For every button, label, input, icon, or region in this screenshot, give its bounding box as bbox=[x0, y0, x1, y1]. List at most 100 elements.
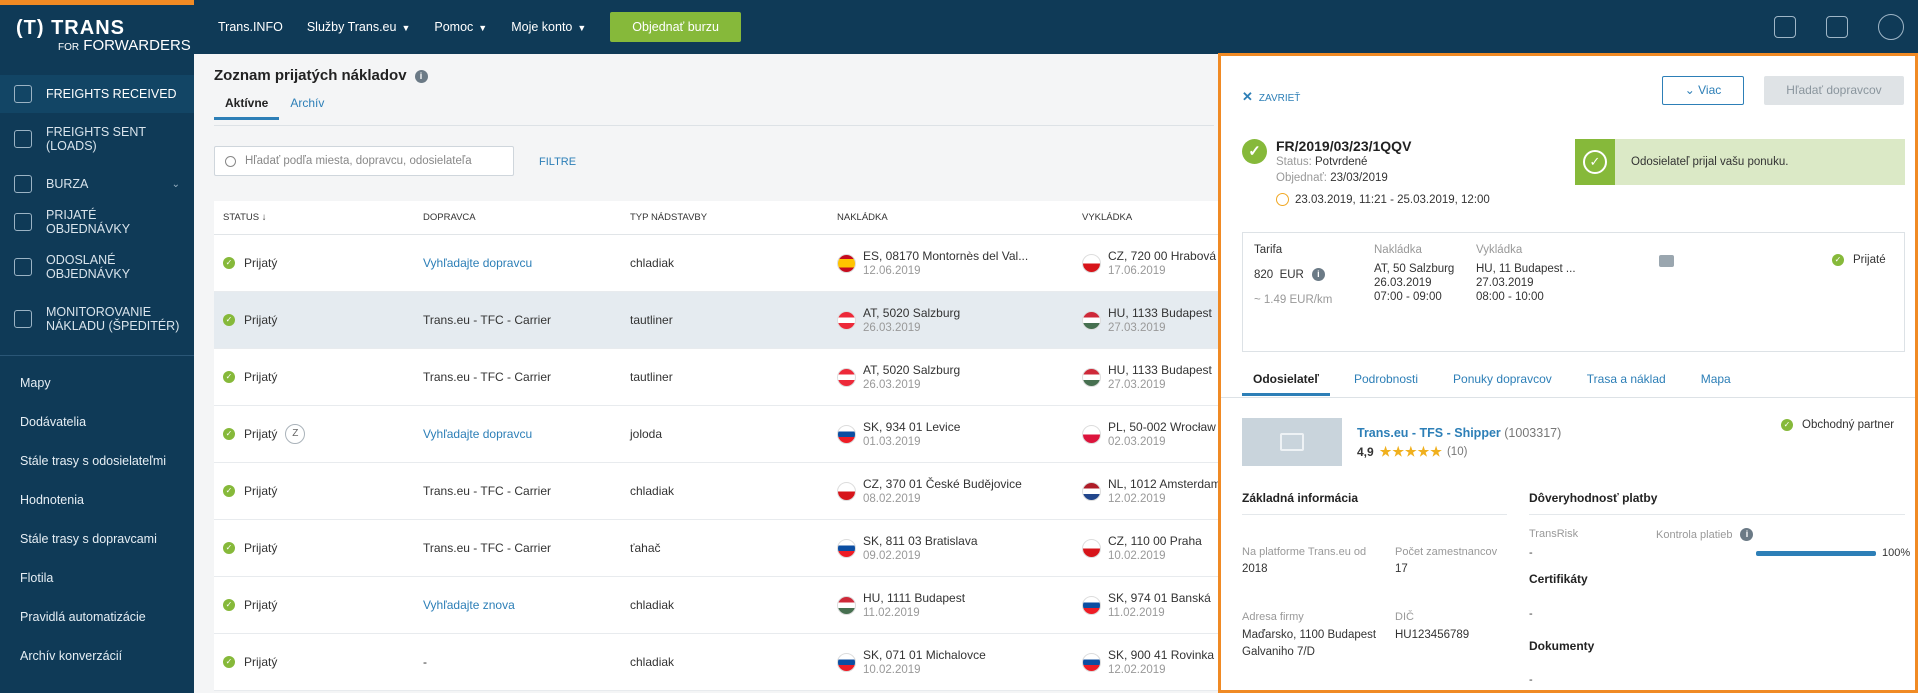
carrier-cell[interactable]: Vyhľadajte dopravcu bbox=[421, 256, 628, 270]
tab-shipper[interactable]: Odosielateľ bbox=[1242, 372, 1330, 396]
topbar-link-transinfo[interactable]: Trans.INFO bbox=[218, 20, 283, 34]
search-box[interactable] bbox=[214, 146, 514, 176]
message-icon[interactable] bbox=[1659, 255, 1674, 267]
table-header: STATUS ↓ DOPRAVCA TYP NÁDSTAVBY NAKLÁDKA… bbox=[214, 201, 1254, 235]
status-text: Prijatý bbox=[244, 313, 278, 327]
company-name[interactable]: Trans.eu - TFS - Shipper (1003317) bbox=[1357, 426, 1561, 440]
carrier-cell[interactable]: Vyhľadajte dopravcu bbox=[421, 427, 628, 441]
table-row[interactable]: ✓ Prijatý Vyhľadajte znova chladiak HU, 1111… bbox=[214, 577, 1254, 634]
info-icon[interactable]: i bbox=[1311, 268, 1325, 281]
sidebar: (T) TRANS FOR FORWARDERS FREIGHTS RECEIV… bbox=[0, 0, 194, 693]
filter-link[interactable]: FILTRE bbox=[539, 156, 576, 168]
payment-title: Dôveryhodnosť platby bbox=[1529, 491, 1658, 505]
tab-carrier-offers[interactable]: Ponuky dopravcov bbox=[1442, 372, 1563, 396]
search-input[interactable] bbox=[245, 155, 505, 167]
chevron-down-icon: ▼ bbox=[577, 23, 587, 33]
flag-icon bbox=[837, 652, 856, 672]
user-avatar-icon[interactable] bbox=[1878, 14, 1904, 40]
bell-icon[interactable] bbox=[1826, 16, 1848, 38]
check-icon: ✓ bbox=[223, 656, 235, 668]
loading-cell: AT, 5020 Salzburg 26.03.2019 bbox=[835, 363, 1080, 391]
table-row[interactable]: ✓ Prijatý Trans.eu - TFC - Carrier tautline… bbox=[214, 349, 1254, 406]
table-row[interactable]: ✓ Prijatý Trans.eu - TFC - Carrier chladiak… bbox=[214, 463, 1254, 520]
logo-for: FOR bbox=[58, 42, 80, 53]
find-carriers-button[interactable]: Hľadať dopravcov bbox=[1764, 76, 1904, 105]
address-label: Adresa firmy bbox=[1242, 611, 1304, 623]
unloading-date: 10.02.2019 bbox=[1108, 550, 1166, 562]
company-logo bbox=[1242, 418, 1342, 466]
tab-details[interactable]: Podrobnosti bbox=[1343, 372, 1429, 396]
nav-sub-routes-shippers[interactable]: Stále trasy s odosielateľmi bbox=[0, 442, 194, 481]
topbar-link-account[interactable]: Moje konto ▼ bbox=[511, 20, 586, 34]
nav-sub-fleet[interactable]: Flotila bbox=[0, 559, 194, 598]
table-row[interactable]: ✓ Prijatý Z Vyhľadajte dopravcu joloda SK, 93… bbox=[214, 406, 1254, 463]
chat-icon[interactable] bbox=[1774, 16, 1796, 38]
close-button[interactable]: ✕ ZAVRIEŤ bbox=[1242, 89, 1300, 105]
confirmed-check-icon: ✓ bbox=[1242, 139, 1267, 164]
status-text: Prijatý bbox=[244, 427, 278, 441]
body-type-cell: chladiak bbox=[630, 598, 675, 612]
topbar-link-label: Moje konto bbox=[511, 20, 573, 34]
accepted-status: ✓ Prijaté bbox=[1832, 254, 1886, 266]
nav-sub-suppliers[interactable]: Dodávatelia bbox=[0, 403, 194, 442]
carrier-cell[interactable]: Vyhľadajte znova bbox=[421, 598, 628, 612]
status-cell: ✓ Prijatý Z bbox=[214, 424, 421, 444]
topbar-link-help[interactable]: Pomoc ▼ bbox=[434, 20, 487, 34]
loading-date: 01.03.2019 bbox=[863, 436, 921, 448]
panel-tabs-divider bbox=[1221, 397, 1915, 398]
more-button[interactable]: ⌄ Viac bbox=[1662, 76, 1744, 105]
flag-icon bbox=[1082, 424, 1101, 444]
address-line2: Galvaniho 7/D bbox=[1242, 646, 1315, 658]
tab-route-cargo[interactable]: Trasa a náklad bbox=[1576, 372, 1677, 396]
status-cell: ✓ Prijatý bbox=[214, 313, 421, 327]
status-label: Status: bbox=[1276, 156, 1312, 168]
nav-sub-ratings[interactable]: Hodnotenia bbox=[0, 481, 194, 520]
info-icon[interactable]: i bbox=[1740, 528, 1754, 541]
carrier-cell: Trans.eu - TFC - Carrier bbox=[423, 313, 552, 327]
payment-control-bar bbox=[1756, 551, 1876, 556]
table-row[interactable]: ✓ Prijatý Trans.eu - TFC - Carrier ťahač SK,… bbox=[214, 520, 1254, 577]
loading-label: Nakládka bbox=[1374, 244, 1422, 256]
box-icon bbox=[14, 175, 32, 193]
tab-active[interactable]: Aktívne bbox=[214, 96, 280, 120]
topbar-link-label: Služby Trans.eu bbox=[306, 20, 397, 34]
nav-sub-maps[interactable]: Mapy bbox=[0, 364, 194, 403]
nav-item-freights-received[interactable]: FREIGHTS RECEIVED bbox=[0, 75, 194, 113]
loading-date: 26.03.2019 bbox=[863, 322, 921, 334]
loading-date: 09.02.2019 bbox=[863, 550, 921, 562]
nav-sub-routes-carriers[interactable]: Stále trasy s dopravcami bbox=[0, 520, 194, 559]
col-status[interactable]: STATUS ↓ bbox=[214, 212, 421, 223]
info-icon[interactable]: i bbox=[414, 70, 428, 83]
flag-icon bbox=[1082, 367, 1101, 387]
check-icon: ✓ bbox=[1781, 419, 1793, 431]
flag-icon bbox=[837, 310, 856, 330]
topbar-link-services[interactable]: Služby Trans.eu ▼ bbox=[307, 20, 411, 34]
table-row[interactable]: ✓ Prijatý - chladiak SK, 071 01 Michalovce 10… bbox=[214, 634, 1254, 691]
app-logo[interactable]: (T) TRANS FOR FORWARDERS bbox=[16, 18, 191, 56]
logo-line1: (T) TRANS bbox=[16, 17, 125, 39]
satellite-icon bbox=[14, 310, 32, 328]
nav-item-freights-sent[interactable]: FREIGHTS SENT (LOADS) bbox=[0, 113, 194, 165]
top-bar: Trans.INFO Služby Trans.eu ▼ Pomoc ▼ Moje … bbox=[194, 0, 1918, 54]
nav-item-monitoring[interactable]: MONITOROVANIE NÁKLADU (ŠPEDITÉR) bbox=[0, 293, 194, 345]
order-exchange-button[interactable]: Objednať burzu bbox=[610, 12, 741, 42]
unloading-place: CZ, 110 00 Praha bbox=[1108, 534, 1202, 548]
nav-sub-automation[interactable]: Pravidlá automatizácie bbox=[0, 598, 194, 637]
chevron-down-icon: ▼ bbox=[401, 23, 411, 33]
check-icon: ✓ bbox=[1832, 254, 1844, 266]
tab-archive[interactable]: Archív bbox=[279, 96, 335, 120]
nav-item-sent-orders[interactable]: ODOSLANÉ OBJEDNÁVKY bbox=[0, 241, 194, 293]
table-row[interactable]: ✓ Prijatý Vyhľadajte dopravcu chladiak ES, 0… bbox=[214, 235, 1254, 292]
nav-sub-archive[interactable]: Archív konverzácií bbox=[0, 637, 194, 676]
nav-item-received-orders[interactable]: PRIJATÉ OBJEDNÁVKY bbox=[0, 203, 194, 241]
offer-card: Tarifa 820 EUR i ~ 1.49 EUR/km Nakládka A… bbox=[1242, 232, 1905, 352]
flag-icon bbox=[1082, 595, 1101, 615]
documents-title: Dokumenty bbox=[1529, 639, 1595, 653]
status-text: Prijatý bbox=[244, 256, 278, 270]
main-nav: FREIGHTS RECEIVED FREIGHTS SENT (LOADS) … bbox=[0, 75, 194, 676]
ordered-label: Objednať: bbox=[1276, 172, 1327, 184]
table-row[interactable]: ✓ Prijatý Trans.eu - TFC - Carrier tautline… bbox=[214, 292, 1254, 349]
col-carrier: DOPRAVCA bbox=[423, 212, 476, 223]
nav-item-burza[interactable]: BURZA ⌄ bbox=[0, 165, 194, 203]
tab-map[interactable]: Mapa bbox=[1690, 372, 1742, 396]
